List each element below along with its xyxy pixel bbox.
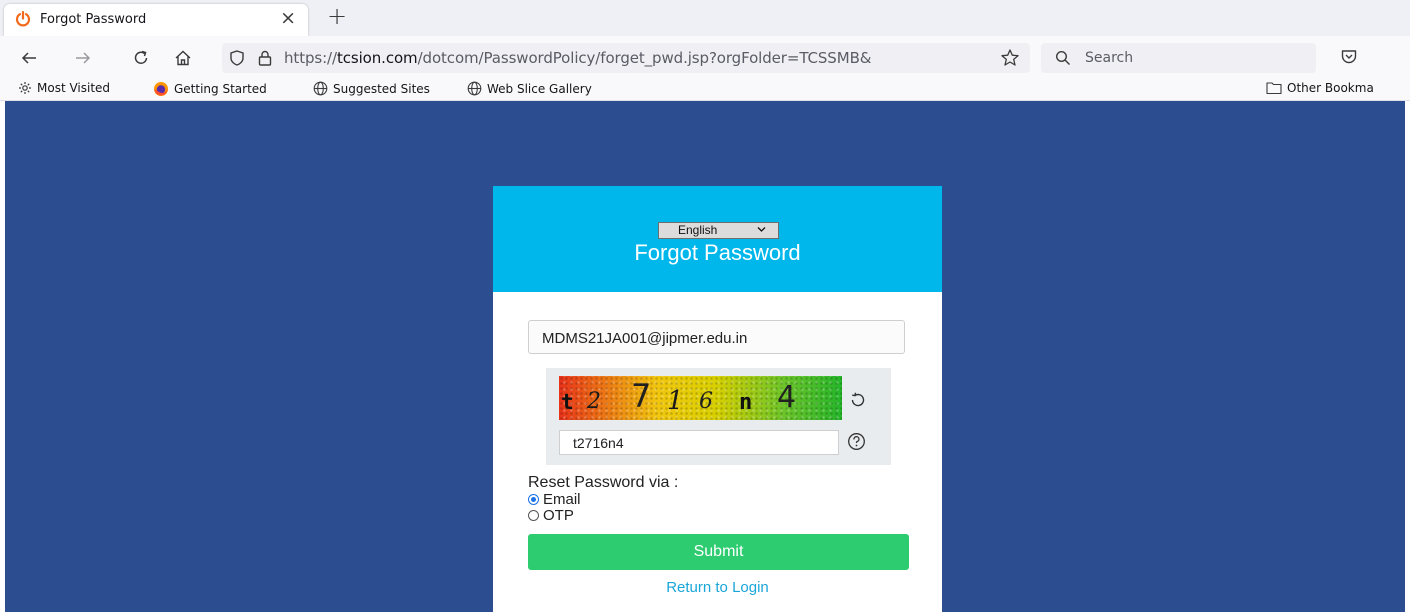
- submit-button[interactable]: Submit: [528, 534, 909, 570]
- search-input[interactable]: Search: [1085, 50, 1133, 66]
- bookmark-label: Web Slice Gallery: [487, 81, 592, 96]
- option-label: OTP: [543, 507, 574, 524]
- back-arrow-icon: [21, 52, 36, 64]
- email-field[interactable]: MDMS21JA001@jipmer.edu.in: [528, 320, 905, 354]
- email-value: MDMS21JA001@jipmer.edu.in: [542, 330, 748, 347]
- bookmark-label: Most Visited: [37, 81, 111, 95]
- language-select[interactable]: English: [658, 222, 779, 239]
- tab-bar: Forgot Password × +: [0, 0, 1410, 36]
- forward-button[interactable]: [72, 47, 94, 69]
- page-background: English Forgot Password MDMS21JA001@jipm…: [5, 101, 1405, 612]
- firefox-icon: [154, 82, 168, 96]
- bookmark-label: Getting Started: [174, 82, 267, 96]
- globe-icon: [467, 81, 482, 96]
- tab-forgot-password[interactable]: Forgot Password ×: [4, 4, 308, 36]
- navigation-bar: https://tcsion.com/dotcom/PasswordPolicy…: [0, 36, 1410, 78]
- card-header: English Forgot Password: [493, 186, 942, 292]
- captcha-input[interactable]: t2716n4: [559, 430, 839, 455]
- close-tab-icon[interactable]: ×: [280, 7, 296, 29]
- bookmark-most-visited[interactable]: Most Visited: [18, 81, 110, 95]
- forward-arrow-icon: [76, 52, 91, 64]
- back-button[interactable]: [18, 47, 40, 69]
- captcha-char: 6: [699, 389, 713, 414]
- captcha-char: t: [561, 390, 574, 414]
- url-bar[interactable]: https://tcsion.com/dotcom/PasswordPolicy…: [222, 43, 1030, 73]
- captcha-text: t 2 7 1 6 n 4: [561, 377, 796, 416]
- bookmarks-bar: Most Visited Getting Started Suggested S…: [0, 78, 1410, 101]
- home-icon: [175, 50, 191, 66]
- bookmark-getting-started[interactable]: Getting Started: [153, 81, 267, 97]
- shield-icon[interactable]: [228, 49, 246, 67]
- help-icon[interactable]: [847, 432, 866, 451]
- search-bar[interactable]: Search: [1041, 43, 1316, 73]
- return-to-login-link[interactable]: Return to Login: [493, 579, 942, 596]
- reload-button[interactable]: [130, 47, 152, 69]
- captcha-char: 7: [631, 377, 651, 415]
- captcha-char: 1: [667, 386, 684, 416]
- reset-via-label: Reset Password via :: [528, 474, 679, 491]
- url-text[interactable]: https://tcsion.com/dotcom/PasswordPolicy…: [284, 49, 992, 67]
- bookmark-web-slice-gallery[interactable]: Web Slice Gallery: [467, 81, 592, 96]
- reload-icon: [134, 50, 148, 64]
- option-otp[interactable]: OTP: [528, 507, 574, 524]
- new-tab-button[interactable]: +: [327, 2, 347, 30]
- captcha-char: 2: [586, 389, 601, 414]
- bookmark-label: Suggested Sites: [333, 81, 430, 96]
- captcha-char: 4: [777, 380, 796, 415]
- url-scheme: https://: [284, 49, 337, 67]
- pocket-icon[interactable]: [1340, 48, 1358, 66]
- option-label: Email: [543, 491, 581, 508]
- url-host: tcsion.com: [336, 49, 418, 67]
- language-value: English: [678, 223, 718, 237]
- otp-radio[interactable]: [528, 510, 539, 521]
- page-title: Forgot Password: [634, 240, 801, 265]
- forgot-password-card: English Forgot Password MDMS21JA001@jipm…: [493, 186, 942, 612]
- other-bookmarks-label: Other Bookma: [1287, 81, 1374, 95]
- chevron-down-icon: [757, 227, 766, 232]
- email-radio[interactable]: [528, 494, 539, 505]
- other-bookmarks[interactable]: Other Bookma: [1266, 81, 1374, 95]
- captcha-char: n: [739, 390, 752, 415]
- power-icon: [15, 11, 31, 27]
- gear-icon: [19, 82, 31, 94]
- option-email[interactable]: Email: [528, 491, 581, 508]
- bookmark-suggested-sites[interactable]: Suggested Sites: [313, 81, 430, 96]
- refresh-captcha-icon[interactable]: [849, 391, 867, 409]
- lock-icon[interactable]: [256, 49, 274, 67]
- home-button[interactable]: [172, 47, 194, 69]
- url-path: /dotcom/PasswordPolicy/forget_pwd.jsp?or…: [417, 49, 872, 67]
- search-icon: [1055, 50, 1070, 65]
- folder-icon: [1266, 82, 1282, 95]
- tab-title: Forgot Password: [40, 12, 147, 27]
- bookmark-star-icon[interactable]: [1000, 48, 1020, 68]
- captcha-image: t 2 7 1 6 n 4: [559, 376, 842, 420]
- captcha-input-value: t2716n4: [573, 435, 624, 451]
- captcha-panel: t 2 7 1 6 n 4 t2716n4: [546, 368, 891, 465]
- globe-icon: [313, 81, 328, 96]
